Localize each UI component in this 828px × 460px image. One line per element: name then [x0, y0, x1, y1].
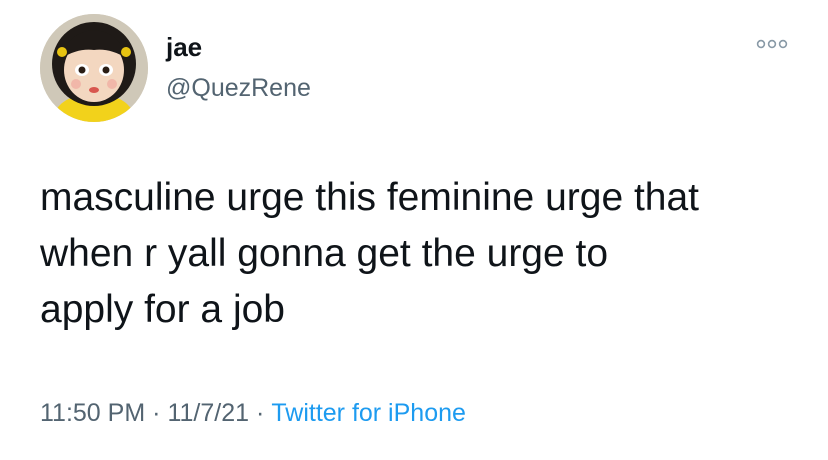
meta-separator: ·	[152, 399, 161, 427]
user-handle[interactable]: @QuezRene	[166, 73, 311, 103]
display-name[interactable]: jae	[166, 32, 202, 62]
avatar[interactable]	[40, 14, 148, 122]
tweet-source-link[interactable]: Twitter for iPhone	[271, 399, 466, 427]
doll-avatar-icon	[40, 14, 148, 122]
tweet-card: jae @QuezRene masculine urge this femini…	[0, 0, 828, 460]
tweet-text: masculine urge this feminine urge that w…	[40, 176, 700, 331]
more-options-icon	[756, 39, 788, 49]
tweet-date[interactable]: 11/7/21	[167, 399, 249, 427]
tweet-time[interactable]: 11:50 PM	[40, 399, 145, 427]
meta-separator: ·	[256, 399, 265, 427]
more-options-button[interactable]	[752, 32, 792, 56]
tweet-meta: 11:50 PM · 11/7/21 · Twitter for iPhone	[40, 396, 466, 430]
